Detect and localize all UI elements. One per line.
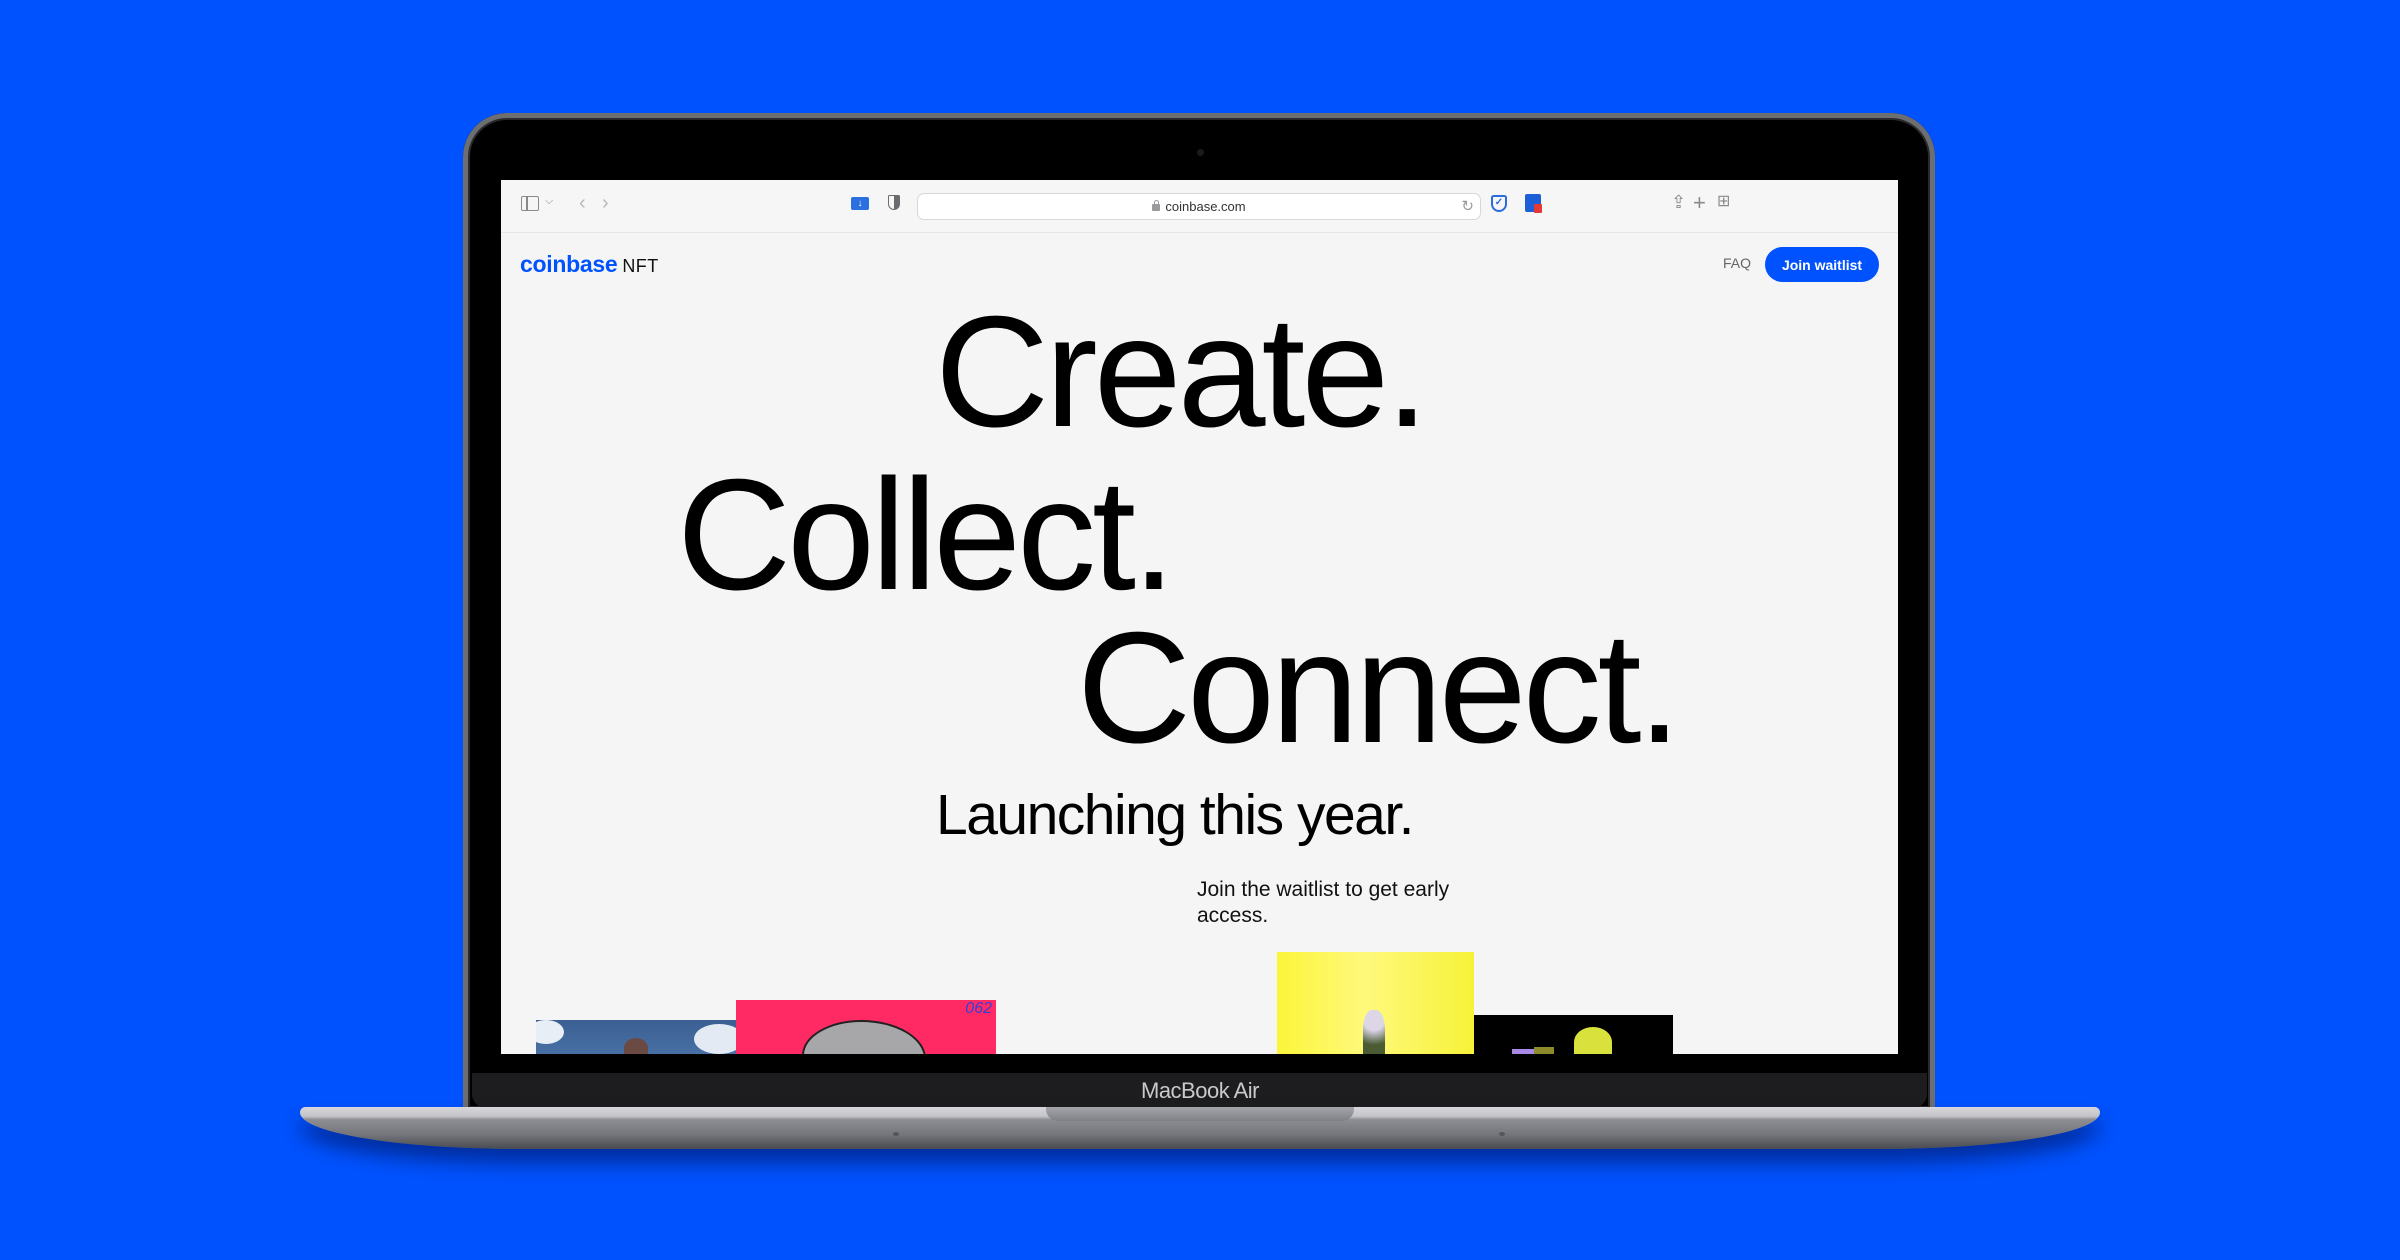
browser-window: ⌵ ‹ › ↓ coinbase.com ↻ ✓ ⇪ + ⊞ coinbase N…: [501, 180, 1898, 1054]
blob-shape: [802, 1020, 926, 1054]
headline-connect: Connect.: [1077, 600, 1681, 776]
pixel-block: [1534, 1047, 1554, 1054]
headline-collect: Collect.: [677, 447, 1176, 623]
speaker-dot: [1499, 1132, 1505, 1136]
launch-subtitle: Launching this year.: [936, 783, 1415, 847]
grid-icon[interactable]: ⊞: [1717, 194, 1730, 210]
reload-icon[interactable]: ↻: [1461, 197, 1474, 215]
chevron-left-icon[interactable]: ‹: [579, 193, 586, 213]
share-icon[interactable]: ⇪: [1671, 193, 1686, 211]
chevron-right-icon[interactable]: ›: [602, 193, 609, 213]
plus-icon[interactable]: +: [1693, 192, 1706, 214]
pink-blob-artwork: 062: [736, 1000, 996, 1054]
lock-icon: [1152, 200, 1161, 211]
device-label: MacBook Air: [1141, 1078, 1260, 1103]
pixel-creature-artwork: [1474, 1015, 1673, 1054]
yellow-plant-artwork: [1277, 952, 1474, 1054]
pixel-creature: [1574, 1027, 1612, 1054]
sidebar-icon[interactable]: [521, 196, 539, 211]
shield-icon[interactable]: [888, 195, 900, 210]
speaker-dot: [893, 1132, 899, 1136]
pixel-block: [1512, 1049, 1534, 1054]
ship-shape: [624, 1038, 648, 1054]
password-manager-icon[interactable]: [1525, 194, 1542, 213]
waitlist-description: Join the waitlist to get early access.: [1197, 878, 1450, 927]
chevron-down-icon[interactable]: ⌵: [545, 196, 553, 207]
sky-ship-artwork: [536, 1020, 736, 1054]
join-waitlist-button[interactable]: Join waitlist: [1765, 247, 1879, 282]
address-bar[interactable]: coinbase.com ↻: [917, 193, 1481, 220]
logo-product: NFT: [622, 256, 659, 276]
faq-link[interactable]: FAQ: [1723, 255, 1751, 271]
logo-brand: coinbase: [520, 251, 618, 277]
plant-shape: [1363, 1010, 1385, 1054]
artwork-number: 062: [965, 1000, 992, 1017]
download-icon[interactable]: ↓: [851, 197, 869, 210]
logo[interactable]: coinbase NFT: [520, 251, 659, 278]
url-display: coinbase.com: [918, 199, 1480, 214]
url-text: coinbase.com: [1165, 199, 1246, 214]
laptop-hinge-notch: [1046, 1107, 1354, 1121]
browser-toolbar: ⌵ ‹ › ↓ coinbase.com ↻ ✓ ⇪ + ⊞: [501, 180, 1898, 233]
camera-icon: [1197, 149, 1204, 156]
shield-check-icon[interactable]: ✓: [1491, 195, 1507, 212]
headline-create: Create.: [935, 284, 1429, 460]
